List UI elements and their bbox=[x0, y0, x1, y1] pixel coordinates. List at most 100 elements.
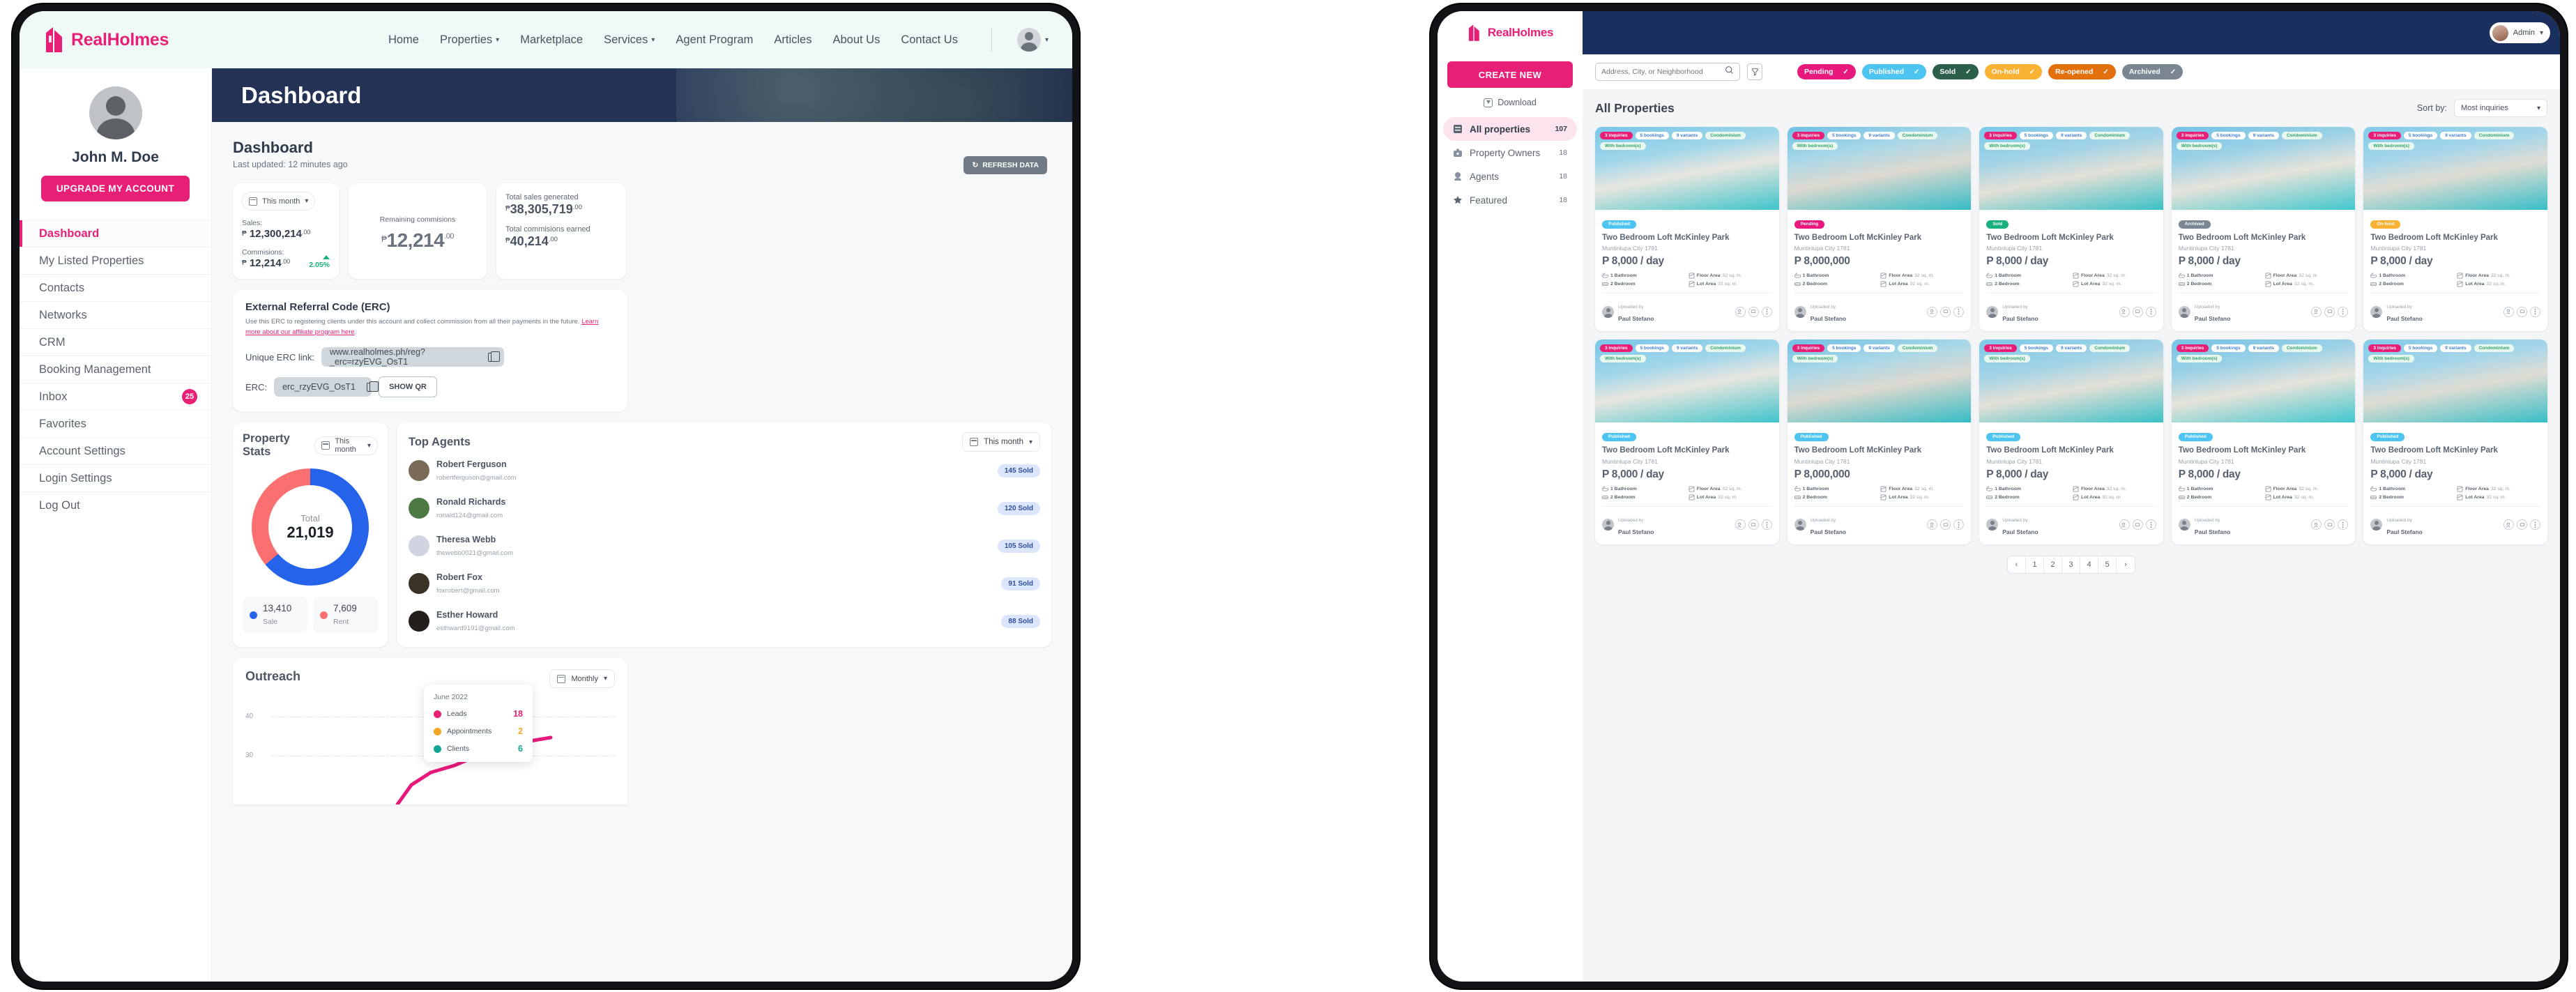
share-contacts-icon[interactable] bbox=[1927, 306, 1938, 317]
property-card[interactable]: 3 inquiries 5 bookings 9 variants Condom… bbox=[1595, 339, 1779, 544]
property-card[interactable]: 3 inquiries 5 bookings 9 variants Condom… bbox=[2363, 127, 2547, 332]
sidebar-item-crm[interactable]: CRM bbox=[20, 328, 211, 356]
period-selector-sales[interactable]: This month ▾ bbox=[242, 192, 316, 211]
share-contacts-icon[interactable] bbox=[2503, 519, 2514, 531]
message-icon[interactable] bbox=[1940, 519, 1951, 531]
filter-chip-on-hold[interactable]: On-hold ✓ bbox=[1984, 64, 2043, 79]
sidebar-item-contacts[interactable]: Contacts bbox=[20, 274, 211, 301]
search-input[interactable] bbox=[1601, 68, 1725, 76]
share-contacts-icon[interactable] bbox=[1735, 519, 1746, 531]
message-icon[interactable] bbox=[2517, 519, 2527, 531]
search-field[interactable] bbox=[1595, 63, 1740, 81]
property-card[interactable]: 3 inquiries 5 bookings 9 variants Condom… bbox=[2171, 339, 2356, 544]
period-selector-property-stats[interactable]: This month ▾ bbox=[314, 436, 378, 455]
more-options-icon[interactable] bbox=[2145, 519, 2156, 531]
account-menu[interactable]: ▾ bbox=[1016, 28, 1049, 52]
message-icon[interactable] bbox=[2324, 519, 2335, 531]
sidebar-item-log-out[interactable]: Log Out bbox=[20, 491, 211, 519]
nav-item-home[interactable]: Home bbox=[388, 33, 419, 47]
filter-button[interactable] bbox=[1747, 63, 1762, 80]
agent-row[interactable]: Ronald Richards ronald124@gmail.com 120 … bbox=[409, 489, 1040, 527]
share-contacts-icon[interactable] bbox=[1735, 306, 1746, 317]
filter-chip-re-opened[interactable]: Re-opened ✓ bbox=[2048, 64, 2116, 79]
nav-item-agent-program[interactable]: Agent Program bbox=[676, 33, 753, 47]
message-icon[interactable] bbox=[2517, 306, 2527, 317]
property-card[interactable]: 3 inquiries 5 bookings 9 variants Condom… bbox=[2363, 339, 2547, 544]
agent-row[interactable]: Theresa Webb thewebb0021@gmail.com 105 S… bbox=[409, 527, 1040, 565]
more-options-icon[interactable] bbox=[2338, 519, 2349, 531]
share-contacts-icon[interactable] bbox=[2311, 306, 2322, 317]
admin-user-menu[interactable]: Admin ▾ bbox=[2489, 22, 2550, 43]
share-contacts-icon[interactable] bbox=[2119, 519, 2130, 531]
erc-code-field[interactable]: erc_rzyEVG_OsT1 bbox=[274, 377, 379, 397]
share-contacts-icon[interactable] bbox=[2503, 306, 2514, 317]
more-options-icon[interactable] bbox=[2145, 306, 2156, 317]
sidebar-item-dashboard[interactable]: Dashboard bbox=[20, 220, 211, 247]
pagination-item[interactable]: › bbox=[2117, 556, 2135, 573]
nav-item-contact-us[interactable]: Contact Us bbox=[901, 33, 958, 47]
brand-logo[interactable]: RealHolmes bbox=[43, 26, 169, 54]
message-icon[interactable] bbox=[1748, 306, 1759, 317]
upgrade-account-button[interactable]: UPGRADE MY ACCOUNT bbox=[40, 176, 190, 201]
create-new-button[interactable]: CREATE NEW bbox=[1447, 61, 1573, 88]
agent-row[interactable]: Esther Howard esthward9191@gmail.com 88 … bbox=[409, 602, 1040, 640]
property-card[interactable]: 3 inquiries 5 bookings 9 variants Condom… bbox=[1595, 127, 1779, 332]
admin-menu-item-agents[interactable]: Agents 18 bbox=[1443, 165, 1577, 188]
erc-link-field[interactable]: www.realholmes.ph/reg?_erc=rzyEVG_OsT1 bbox=[321, 347, 504, 367]
pagination-item[interactable]: ‹ bbox=[2008, 556, 2026, 573]
property-card[interactable]: 3 inquiries 5 bookings 9 variants Condom… bbox=[1979, 339, 2163, 544]
share-contacts-icon[interactable] bbox=[2311, 519, 2322, 531]
sidebar-item-inbox[interactable]: Inbox 25 bbox=[20, 383, 211, 410]
message-icon[interactable] bbox=[1748, 519, 1759, 531]
period-selector-outreach[interactable]: Monthly ▾ bbox=[549, 669, 615, 689]
share-contacts-icon[interactable] bbox=[2119, 306, 2130, 317]
search-icon[interactable] bbox=[1725, 66, 1734, 78]
sidebar-item-booking-management[interactable]: Booking Management bbox=[20, 356, 211, 383]
more-options-icon[interactable] bbox=[1953, 519, 1965, 531]
pagination-item[interactable]: 2 bbox=[2044, 556, 2062, 573]
agent-row[interactable]: Robert Fox foxrobert@gmail.com 91 Sold bbox=[409, 565, 1040, 602]
message-icon[interactable] bbox=[1940, 306, 1951, 317]
pagination-item[interactable]: 4 bbox=[2080, 556, 2098, 573]
more-options-icon[interactable] bbox=[1953, 306, 1965, 317]
more-options-icon[interactable] bbox=[2530, 519, 2540, 531]
show-qr-button[interactable]: SHOW QR bbox=[379, 376, 437, 398]
copy-icon[interactable] bbox=[488, 351, 500, 362]
pagination-item[interactable]: 5 bbox=[2098, 556, 2117, 573]
admin-menu-item-featured[interactable]: Featured 18 bbox=[1443, 188, 1577, 212]
property-card[interactable]: 3 inquiries 5 bookings 9 variants Condom… bbox=[1787, 127, 1972, 332]
filter-chip-sold[interactable]: Sold ✓ bbox=[1933, 64, 1979, 79]
pagination-item[interactable]: 1 bbox=[2026, 556, 2044, 573]
sidebar-item-account-settings[interactable]: Account Settings bbox=[20, 437, 211, 464]
property-card[interactable]: 3 inquiries 5 bookings 9 variants Condom… bbox=[1787, 339, 1972, 544]
admin-menu-item-all-properties[interactable]: All properties 107 bbox=[1443, 117, 1577, 141]
period-selector-top-agents[interactable]: This month ▾ bbox=[962, 432, 1040, 452]
message-icon[interactable] bbox=[2324, 306, 2335, 317]
nav-item-about-us[interactable]: About Us bbox=[832, 33, 880, 47]
pagination-item[interactable]: 3 bbox=[2062, 556, 2080, 573]
share-contacts-icon[interactable] bbox=[1927, 519, 1938, 531]
nav-item-services[interactable]: Services ▾ bbox=[604, 33, 655, 47]
more-options-icon[interactable] bbox=[1761, 519, 1772, 531]
nav-item-marketplace[interactable]: Marketplace bbox=[520, 33, 583, 47]
filter-chip-published[interactable]: Published ✓ bbox=[1861, 64, 1927, 79]
sidebar-item-favorites[interactable]: Favorites bbox=[20, 410, 211, 437]
sidebar-item-login-settings[interactable]: Login Settings bbox=[20, 464, 211, 491]
agent-row[interactable]: Robert Ferguson robertferguson@gmail.com… bbox=[409, 452, 1040, 489]
copy-icon[interactable] bbox=[366, 381, 379, 392]
admin-menu-item-property-owners[interactable]: Property Owners 18 bbox=[1443, 141, 1577, 165]
download-button[interactable]: Download bbox=[1438, 98, 1583, 107]
more-options-icon[interactable] bbox=[1761, 306, 1772, 317]
property-card[interactable]: 3 inquiries 5 bookings 9 variants Condom… bbox=[1979, 127, 2163, 332]
sidebar-item-networks[interactable]: Networks bbox=[20, 301, 211, 328]
property-card[interactable]: 3 inquiries 5 bookings 9 variants Condom… bbox=[2171, 127, 2356, 332]
sidebar-item-my-listed-properties[interactable]: My Listed Properties bbox=[20, 247, 211, 274]
message-icon[interactable] bbox=[2132, 306, 2143, 317]
refresh-data-button[interactable]: ↻ REFRESH DATA bbox=[963, 156, 1047, 174]
more-options-icon[interactable] bbox=[2530, 306, 2540, 317]
admin-brand-logo[interactable]: RealHolmes bbox=[1438, 11, 1583, 54]
message-icon[interactable] bbox=[2132, 519, 2143, 531]
nav-item-properties[interactable]: Properties ▾ bbox=[440, 33, 499, 47]
filter-chip-pending[interactable]: Pending ✓ bbox=[1797, 64, 1856, 79]
nav-item-articles[interactable]: Articles bbox=[774, 33, 811, 47]
